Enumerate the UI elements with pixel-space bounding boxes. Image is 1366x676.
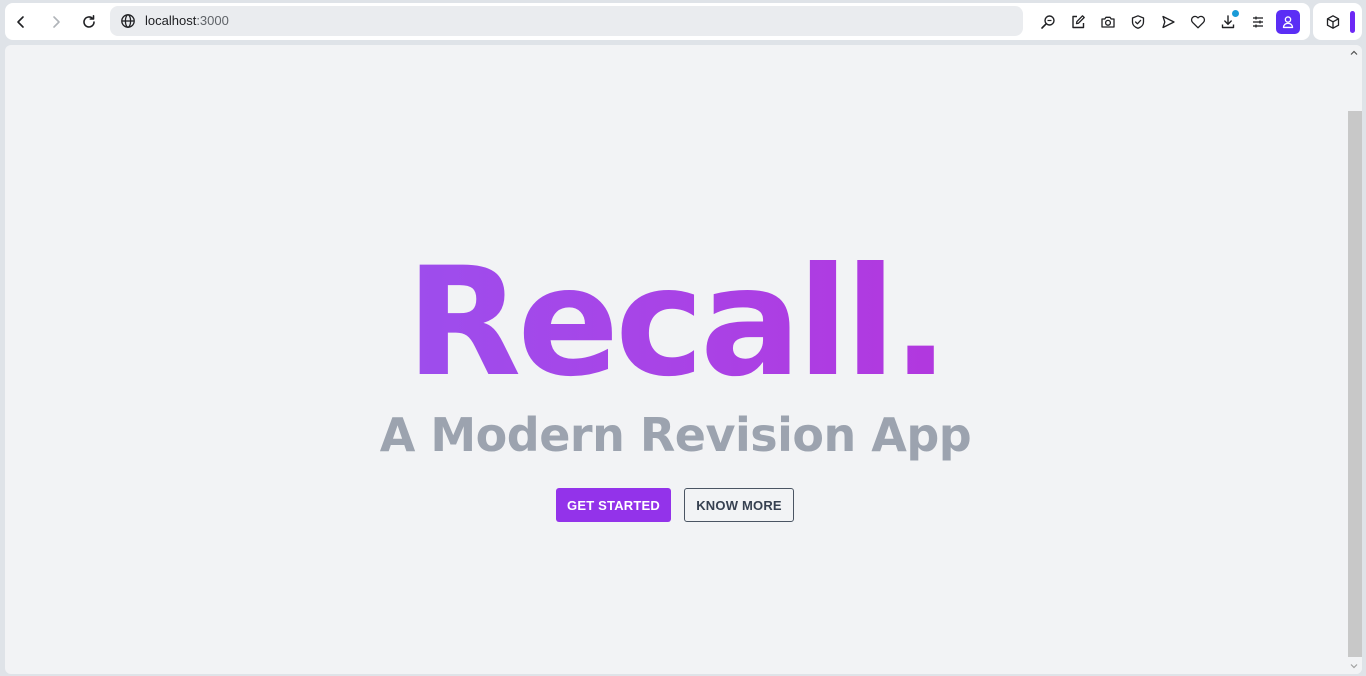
downloads-button[interactable] — [1216, 10, 1240, 34]
edit-note-icon — [1072, 15, 1085, 29]
url-port: :3000 — [196, 13, 229, 28]
send-icon — [1162, 15, 1175, 29]
profile-button[interactable] — [1276, 10, 1300, 34]
hero-section: Recall. A Modern Revision App GET STARTE… — [5, 45, 1346, 674]
cube-icon — [1326, 15, 1340, 29]
browser-toolbar: localhost:3000 — [5, 3, 1310, 40]
reload-icon — [83, 15, 95, 28]
forward-button[interactable] — [43, 9, 69, 35]
get-started-button[interactable]: GET STARTED — [556, 488, 671, 522]
tagline: A Modern Revision App — [379, 408, 972, 462]
address-bar[interactable]: localhost:3000 — [110, 6, 1023, 36]
tab-menu-button[interactable] — [1246, 10, 1270, 34]
chevron-right-icon — [53, 16, 60, 28]
globe-icon — [121, 14, 135, 28]
back-button[interactable] — [8, 9, 34, 35]
scrollbar-thumb[interactable] — [1348, 111, 1362, 657]
extensions-area — [1313, 3, 1362, 40]
favorites-button[interactable] — [1186, 10, 1210, 34]
send-button[interactable] — [1156, 10, 1180, 34]
url-text[interactable]: localhost:3000 — [145, 13, 229, 29]
camera-icon — [1101, 16, 1115, 28]
extensions-button[interactable] — [1321, 10, 1345, 34]
chevron-left-icon — [17, 16, 24, 28]
page-viewport: Recall. A Modern Revision App GET STARTE… — [5, 45, 1362, 674]
reload-button[interactable] — [76, 9, 102, 35]
brand-title: Recall. — [5, 233, 1346, 413]
screenshot-button[interactable] — [1096, 10, 1120, 34]
zoom-search-icon — [1041, 15, 1055, 29]
browser-chrome: localhost:3000 — [0, 0, 1366, 44]
edit-button[interactable] — [1066, 10, 1090, 34]
know-more-button[interactable]: KNOW MORE — [684, 488, 794, 522]
zoom-search-button[interactable] — [1036, 10, 1060, 34]
download-notification-dot — [1232, 10, 1239, 17]
shield-check-icon — [1131, 15, 1145, 29]
sidebar-toggle[interactable] — [1350, 11, 1355, 33]
vertical-scrollbar[interactable] — [1346, 45, 1362, 674]
scroll-down-icon[interactable] — [1350, 662, 1358, 670]
tab-menu-icon — [1253, 16, 1263, 28]
scroll-up-icon[interactable] — [1350, 49, 1358, 57]
user-icon — [1282, 16, 1294, 29]
heart-icon — [1190, 15, 1206, 29]
url-host: localhost — [145, 13, 197, 28]
shield-button[interactable] — [1126, 10, 1150, 34]
